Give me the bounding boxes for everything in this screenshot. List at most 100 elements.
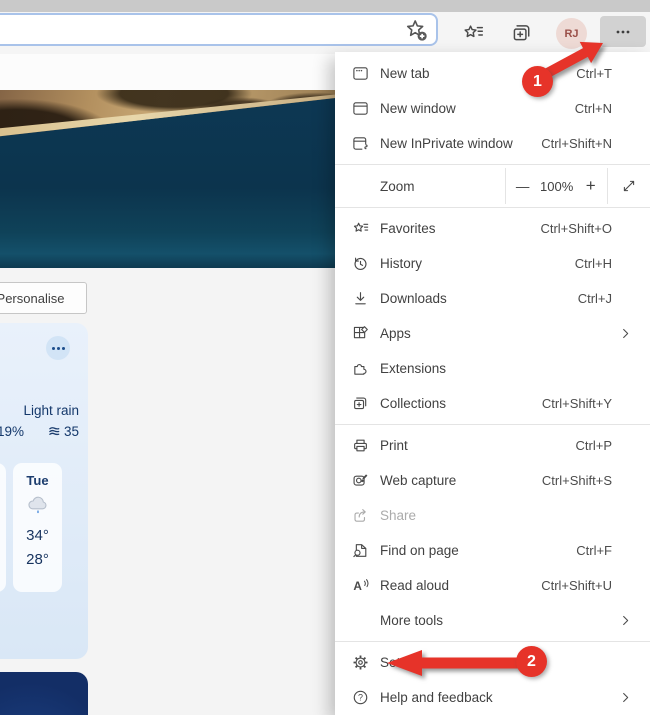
menu-item-downloads[interactable]: Downloads Ctrl+J: [335, 281, 650, 316]
chevron-right-icon: [623, 615, 629, 626]
menu-separator: [335, 164, 650, 165]
air-quality-value: 35: [48, 424, 79, 439]
menu-separator: [335, 207, 650, 208]
web-capture-icon: [353, 474, 368, 486]
favorites-icon: [464, 25, 484, 38]
menu-item-label: Collections: [380, 396, 447, 411]
menu-item-find-on-page[interactable]: Find on page Ctrl+F: [335, 533, 650, 568]
forecast-day-tue[interactable]: Tue 34° 28°: [13, 463, 62, 592]
window-top-strip: [0, 0, 650, 12]
browser-window: Personalise Light rain 19% 35 Tue 34° 28…: [0, 0, 650, 715]
menu-item-more-tools[interactable]: More tools: [335, 603, 650, 638]
menu-item-print[interactable]: Print Ctrl+P: [335, 428, 650, 463]
menu-item-label: Favorites: [380, 221, 436, 236]
menu-item-shortcut: Ctrl+H: [574, 256, 612, 271]
annotation-badge-1: 1: [522, 66, 553, 97]
zoom-out-button[interactable]: —: [506, 179, 538, 194]
menu-item-new-window[interactable]: New window Ctrl+N: [335, 91, 650, 126]
menu-item-zoom: Zoom — 100% +: [335, 168, 650, 204]
menu-item-shortcut: Ctrl+Shift+Y: [541, 396, 612, 411]
news-card[interactable]: [0, 672, 88, 715]
menu-item-web-capture[interactable]: Web capture Ctrl+Shift+S: [335, 463, 650, 498]
forecast-day-previous[interactable]: [0, 463, 6, 592]
personalise-button[interactable]: Personalise: [0, 282, 87, 314]
rain-cloud-icon: [27, 496, 46, 514]
favorites-button[interactable]: [461, 21, 485, 45]
forecast-day-label: Tue: [26, 473, 49, 488]
settings-gear-icon: [353, 655, 368, 670]
downloads-icon: [355, 292, 366, 305]
weather-more-button[interactable]: [46, 336, 70, 360]
menu-item-label: Downloads: [380, 291, 447, 306]
menu-item-extensions[interactable]: Extensions: [335, 351, 650, 386]
new-tab-icon: [353, 67, 368, 80]
menu-item-label: Web capture: [380, 473, 457, 488]
menu-item-apps[interactable]: Apps: [335, 316, 650, 351]
menu-item-label: Print: [380, 438, 408, 453]
menu-item-new-inprivate-window[interactable]: New InPrivate window Ctrl+Shift+N: [335, 126, 650, 161]
history-icon: [354, 257, 367, 271]
menu-item-collections[interactable]: Collections Ctrl+Shift+Y: [335, 386, 650, 421]
annotation-arrow-2: [387, 650, 521, 676]
svg-text:A: A: [353, 579, 362, 593]
weather-condition: Light rain: [23, 403, 79, 418]
zoom-in-button[interactable]: +: [575, 176, 607, 196]
share-icon: [354, 509, 366, 522]
dot: [56, 346, 60, 350]
menu-item-label: Help and feedback: [380, 690, 493, 705]
menu-item-label: New tab: [380, 66, 430, 81]
menu-item-shortcut: Ctrl+F: [576, 543, 612, 558]
inprivate-icon: [353, 137, 368, 150]
zoom-value: 100%: [540, 178, 574, 194]
svg-text:?: ?: [358, 693, 363, 703]
menu-item-read-aloud[interactable]: A Read aloud Ctrl+Shift+U: [335, 568, 650, 603]
menu-item-shortcut: Ctrl+J: [577, 291, 612, 306]
menu-item-label: History: [380, 256, 423, 271]
menu-item-shortcut: Ctrl+Shift+N: [541, 136, 612, 151]
menu-item-label: Extensions: [380, 361, 447, 376]
menu-item-label: Share: [380, 508, 417, 523]
menu-item-shortcut: Ctrl+Shift+O: [540, 221, 612, 236]
dot: [51, 346, 55, 350]
weather-widget[interactable]: Light rain 19% 35 Tue 34° 28°: [0, 323, 88, 659]
collections-icon: [354, 397, 367, 410]
menu-item-label: Read aloud: [380, 578, 450, 593]
read-aloud-icon: A: [353, 579, 369, 593]
menu-item-shortcut: Ctrl+P: [575, 438, 612, 453]
menu-item-share[interactable]: Share: [335, 498, 650, 533]
aqi-icon: [49, 427, 60, 436]
forecast-high: 34°: [26, 527, 49, 544]
chevron-right-icon: [623, 328, 629, 339]
add-favorite-icon[interactable]: [404, 18, 428, 42]
menu-item-label: New window: [380, 101, 456, 116]
zoom-label: Zoom: [380, 178, 415, 194]
print-icon: [354, 439, 367, 452]
menu-item-favorites[interactable]: Favorites Ctrl+Shift+O: [335, 211, 650, 246]
menu-separator: [335, 424, 650, 425]
menu-item-shortcut: Ctrl+Shift+U: [541, 578, 612, 593]
favorites-icon: [353, 222, 369, 232]
chevron-right-icon: [623, 692, 629, 703]
help-icon: ?: [353, 690, 368, 705]
forecast-low: 28°: [26, 551, 49, 568]
annotation-badge-2: 2: [516, 646, 547, 677]
new-window-icon: [353, 102, 368, 115]
background-image: [0, 90, 335, 268]
menu-item-label: Apps: [380, 326, 411, 341]
menu-item-label: New InPrivate window: [380, 136, 513, 151]
address-bar[interactable]: [0, 13, 438, 46]
find-on-page-icon: [353, 544, 367, 558]
menu-item-label: More tools: [380, 613, 444, 628]
menu-item-history[interactable]: History Ctrl+H: [335, 246, 650, 281]
fullscreen-icon: [623, 180, 635, 192]
menu-item-shortcut: Ctrl+N: [574, 101, 612, 116]
extensions-icon: [354, 363, 367, 375]
dot: [61, 346, 65, 350]
menu-item-shortcut: Ctrl+Shift+S: [541, 473, 612, 488]
menu-item-label: Find on page: [380, 543, 459, 558]
settings-and-more-menu: New tab Ctrl+T New window Ctrl+N New InP…: [335, 52, 650, 715]
fullscreen-button[interactable]: [608, 178, 650, 194]
precipitation-value: 19%: [0, 424, 25, 439]
apps-icon: [353, 326, 368, 339]
ellipsis-icon: [616, 30, 630, 33]
